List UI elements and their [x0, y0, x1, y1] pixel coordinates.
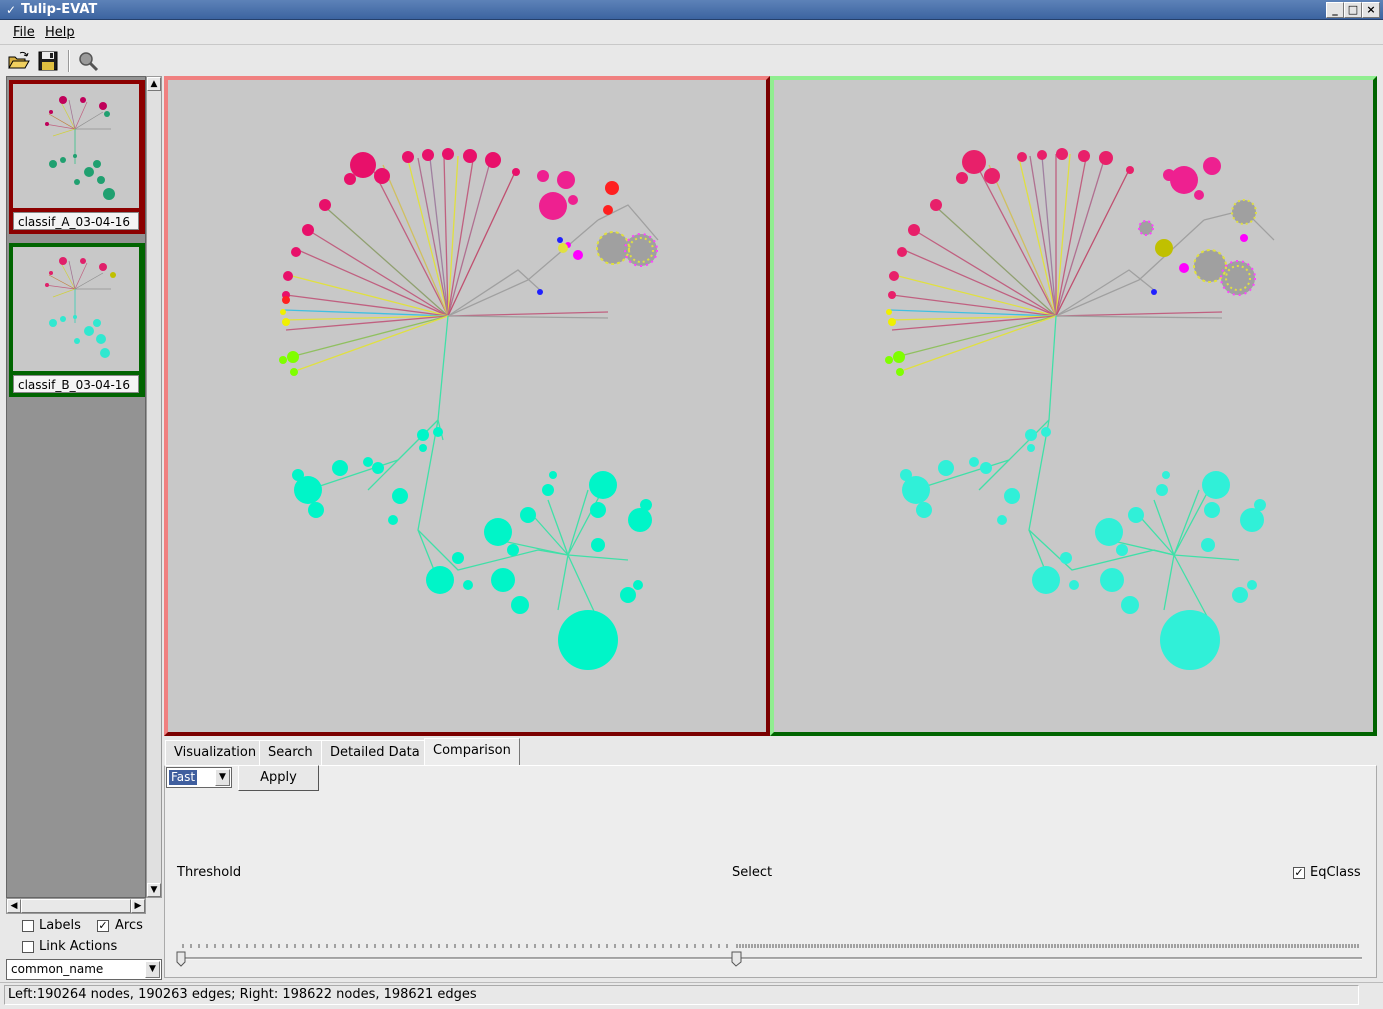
link-actions-checkbox[interactable] [22, 941, 34, 953]
labels-checkbox[interactable] [22, 920, 34, 932]
chevron-down-icon[interactable]: ▼ [215, 769, 230, 786]
link-actions-label: Link Actions [39, 939, 118, 954]
thumbnail-a-view [13, 84, 139, 208]
apply-button[interactable]: Apply [238, 765, 319, 791]
graph-thumbnail-list: classif_A_03-04-16 classif_B_03-04-16 [6, 76, 146, 898]
menu-file-label: File [13, 25, 35, 40]
arcs-label: Arcs [115, 918, 143, 933]
menu-file[interactable]: File [13, 25, 35, 40]
labels-label: Labels [39, 918, 81, 933]
menu-help-label: Help [45, 25, 75, 40]
scroll-left-icon[interactable]: ◀ [7, 899, 21, 913]
left-tree-drawing [279, 148, 659, 670]
status-bar: Left:190264 nodes, 190263 edges; Right: … [0, 982, 1383, 1009]
threshold-slider-handle[interactable] [176, 951, 186, 967]
right-tree-drawing [885, 148, 1275, 670]
threshold-label: Threshold [177, 865, 242, 880]
magnifier-icon[interactable] [76, 49, 102, 73]
property-select-value: common_name [11, 962, 104, 976]
window-menu-icon[interactable]: ✓ [3, 2, 19, 18]
thumbnail-horizontal-scrollbar[interactable]: ◀ ▶ [6, 898, 146, 914]
property-select[interactable]: common_name ▼ [6, 959, 162, 980]
scroll-down-icon[interactable]: ▼ [147, 883, 161, 897]
threshold-slider[interactable] [175, 936, 1365, 968]
tab-search[interactable]: Search [259, 740, 322, 766]
select-label: Select [732, 865, 773, 880]
eqclass-label: EqClass [1310, 865, 1361, 880]
scroll-right-icon[interactable]: ▶ [131, 899, 145, 913]
chevron-down-icon[interactable]: ▼ [145, 961, 160, 978]
maximize-button[interactable]: □ [1344, 2, 1362, 18]
toolbar-separator [68, 50, 70, 72]
close-button[interactable]: × [1362, 2, 1380, 18]
thumbnail-a[interactable]: classif_A_03-04-16 [9, 80, 145, 234]
left-graph-view[interactable] [164, 76, 770, 736]
select-slider-handle[interactable] [731, 951, 742, 967]
comparison-mode-select[interactable]: Fast ▼ [166, 767, 232, 788]
minimize-button[interactable]: _ [1326, 2, 1344, 18]
thumbnail-b[interactable]: classif_B_03-04-16 [9, 243, 145, 397]
tab-visualization[interactable]: Visualization [165, 740, 266, 766]
thumbnail-b-label: classif_B_03-04-16 [13, 375, 139, 393]
folder-open-icon[interactable] [6, 49, 32, 73]
window-title: Tulip-EVAT [21, 2, 98, 17]
thumbnail-vertical-scrollbar[interactable]: ▲ ▼ [146, 76, 162, 898]
menu-bar: File Help [0, 21, 1383, 45]
comparison-mode-value: Fast [169, 770, 198, 785]
menu-help[interactable]: Help [45, 25, 75, 40]
thumbnail-b-view [13, 247, 139, 371]
status-text: Left:190264 nodes, 190263 edges; Right: … [8, 987, 477, 1002]
eqclass-checkbox[interactable]: ✓ [1293, 867, 1305, 879]
floppy-disk-icon[interactable] [36, 49, 62, 73]
horizontal-scroll-thumb[interactable] [21, 899, 131, 913]
tab-detailed-data[interactable]: Detailed Data [321, 740, 429, 766]
tab-comparison[interactable]: Comparison [424, 738, 520, 766]
title-bar: ✓ Tulip-EVAT _ □ × [0, 0, 1383, 20]
arcs-checkbox[interactable]: ✓ [97, 920, 109, 932]
scroll-up-icon[interactable]: ▲ [147, 77, 161, 91]
thumbnail-a-label: classif_A_03-04-16 [13, 212, 139, 230]
toolbar [0, 46, 1383, 76]
right-graph-view[interactable] [770, 76, 1377, 736]
